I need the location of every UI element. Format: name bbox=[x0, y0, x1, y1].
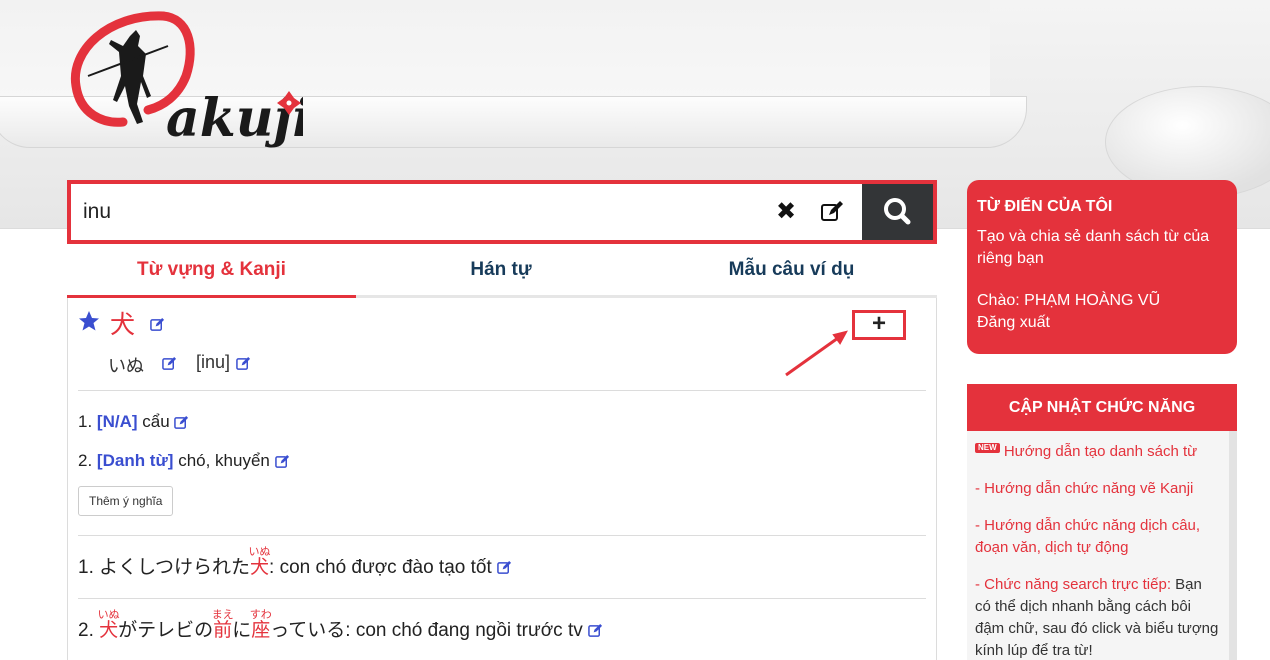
furigana: いぬ bbox=[248, 546, 271, 558]
logout-link[interactable]: Đăng xuất bbox=[977, 312, 1227, 334]
example-translation: : con chó được đào tạo tốt bbox=[269, 557, 492, 578]
clear-search-button[interactable]: ✖ bbox=[771, 197, 801, 227]
arrow-annotation-icon bbox=[785, 330, 848, 377]
result-tabs: Từ vựng & Kanji Hán tự Mẫu câu ví dụ bbox=[67, 246, 937, 298]
entry-word: 犬 bbox=[110, 310, 136, 339]
add-meaning-button[interactable]: Thêm ý nghĩa bbox=[78, 486, 174, 516]
example-text: がテレビの bbox=[118, 620, 214, 641]
update-link[interactable]: NEW Hướng dẫn tạo danh sách từ bbox=[975, 441, 1219, 463]
new-badge: NEW bbox=[975, 443, 1000, 453]
edit-icon bbox=[821, 201, 843, 221]
example-kanji[interactable]: 犬いぬ bbox=[249, 546, 271, 578]
tab-vocabulary-kanji[interactable]: Từ vựng & Kanji bbox=[67, 246, 356, 298]
example-kanji[interactable]: 前まえ bbox=[212, 609, 234, 641]
edit-icon[interactable] bbox=[150, 317, 165, 332]
example-sentence: 2. 犬いぬがテレビの前まえに座すわっている: con chó đang ngồ… bbox=[78, 609, 603, 642]
meaning-item: 1. [N/A] cẩu bbox=[78, 412, 189, 432]
meaning-number: 1. bbox=[78, 412, 93, 431]
meaning-tag: [Danh từ] bbox=[96, 451, 174, 470]
entry-reading-kana: いぬ bbox=[108, 356, 144, 376]
user-greeting: Chào: PHẠM HOÀNG VŨ bbox=[977, 292, 1161, 309]
handwriting-button[interactable] bbox=[819, 199, 845, 225]
furigana: まえ bbox=[211, 609, 234, 621]
my-dictionary-description: Tạo và chia sẻ danh sách từ của riêng bạ… bbox=[977, 228, 1210, 267]
search-icon bbox=[884, 198, 911, 225]
update-link[interactable]: - Chức năng search trực tiếp: Bạn có thể… bbox=[975, 574, 1219, 660]
update-link[interactable]: - Hướng dẫn chức năng vẽ Kanji bbox=[975, 478, 1219, 500]
divider bbox=[78, 598, 926, 599]
furigana: すわ bbox=[249, 609, 272, 621]
my-dictionary-title: TỪ ĐIỂN CỦA TÔI bbox=[977, 198, 1113, 215]
feature-updates-card: CẬP NHẬT CHỨC NĂNG NEW Hướng dẫn tạo dan… bbox=[967, 384, 1237, 660]
meaning-text: cẩu bbox=[142, 412, 170, 431]
search-bar: ✖ bbox=[67, 180, 937, 244]
logo-text: akuji bbox=[166, 88, 303, 149]
edit-icon[interactable] bbox=[236, 356, 251, 371]
example-text: よくしつけられた bbox=[99, 557, 251, 578]
example-sentence: 1. よくしつけられた犬いぬ: con chó được đào tạo tốt bbox=[78, 546, 512, 579]
close-icon: ✖ bbox=[775, 198, 797, 225]
meaning-number: 2. bbox=[78, 451, 93, 470]
example-text: に bbox=[232, 620, 252, 641]
edit-icon[interactable] bbox=[497, 560, 512, 575]
example-translation: っている: con chó đang ngồi trước tv bbox=[270, 620, 583, 641]
example-number: 1. bbox=[78, 557, 94, 578]
tab-example-sentences[interactable]: Mẫu câu ví dụ bbox=[646, 246, 937, 298]
feature-updates-list: NEW Hướng dẫn tạo danh sách từ - Hướng d… bbox=[967, 431, 1237, 660]
search-button[interactable] bbox=[862, 184, 933, 240]
entry-reading-romaji: [inu] bbox=[196, 352, 231, 372]
meaning-text: chó, khuyển bbox=[178, 451, 270, 470]
edit-icon[interactable] bbox=[162, 356, 177, 371]
scrollbar[interactable] bbox=[1229, 431, 1237, 660]
edit-icon[interactable] bbox=[174, 415, 189, 430]
feature-updates-title: CẬP NHẬT CHỨC NĂNG bbox=[967, 384, 1237, 431]
search-input[interactable] bbox=[71, 184, 785, 240]
site-logo[interactable]: akuji bbox=[68, 6, 312, 166]
furigana: いぬ bbox=[97, 609, 120, 621]
tab-han-tu[interactable]: Hán tự bbox=[356, 246, 646, 298]
update-link[interactable]: - Hướng dẫn chức năng dịch câu, đoạn văn… bbox=[975, 515, 1219, 559]
divider bbox=[78, 390, 926, 391]
divider bbox=[78, 535, 926, 536]
example-kanji[interactable]: 犬いぬ bbox=[98, 609, 120, 641]
example-number: 2. bbox=[78, 620, 94, 641]
edit-icon[interactable] bbox=[588, 623, 603, 638]
result-panel: 犬 + いぬ [inu] 1. [N/A] cẩu 2. [Danh từ] c… bbox=[67, 298, 937, 660]
meaning-tag: [N/A] bbox=[96, 412, 138, 431]
edit-icon[interactable] bbox=[274, 454, 290, 469]
add-to-list-button[interactable]: + bbox=[852, 310, 906, 340]
my-dictionary-card: TỪ ĐIỂN CỦA TÔI Tạo và chia sẻ danh sách… bbox=[967, 180, 1237, 354]
meaning-item: 2. [Danh từ] chó, khuyển bbox=[78, 451, 290, 471]
example-kanji[interactable]: 座すわ bbox=[250, 609, 272, 641]
star-icon[interactable] bbox=[78, 310, 100, 332]
